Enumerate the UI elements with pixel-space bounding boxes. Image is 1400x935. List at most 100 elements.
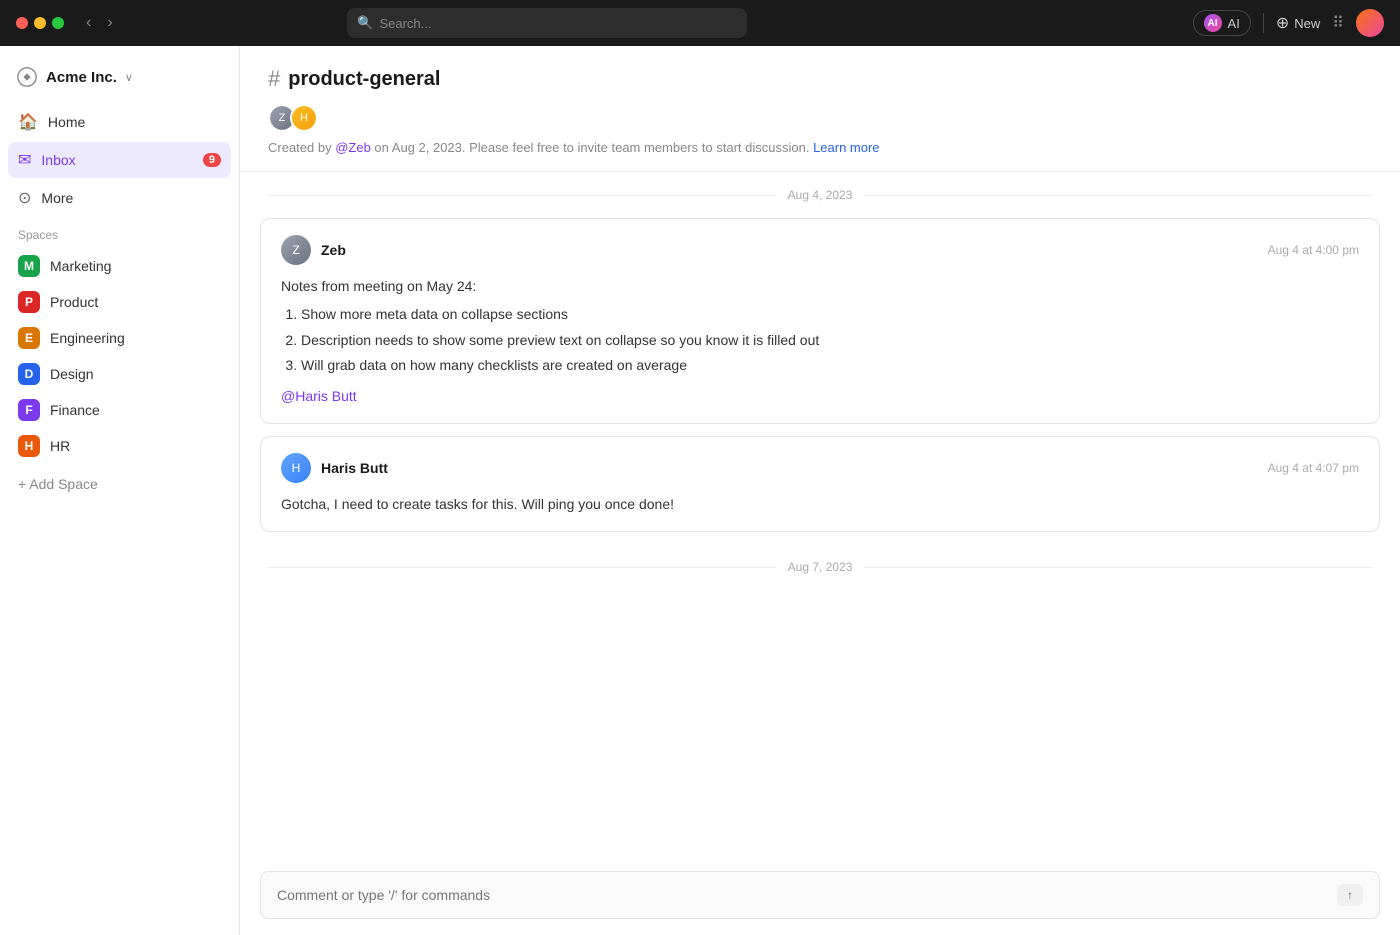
learn-more-link[interactable]: Learn more <box>813 140 879 155</box>
product-label: Product <box>50 294 98 310</box>
channel-description: Created by @Zeb on Aug 2, 2023. Please f… <box>268 140 1372 155</box>
search-placeholder: Search... <box>379 16 431 31</box>
date-label-aug4: Aug 4, 2023 <box>788 188 853 202</box>
sidebar-item-inbox-label: Inbox <box>41 152 75 168</box>
list-item: Will grab data on how many checklists ar… <box>301 354 1359 376</box>
marketing-label: Marketing <box>50 258 111 274</box>
plus-icon: ⊕ <box>1276 13 1289 33</box>
divider <box>1263 13 1264 33</box>
hash-icon: # <box>268 66 280 92</box>
new-button[interactable]: ⊕ New <box>1276 13 1320 33</box>
topbar-right: AI AI ⊕ New ⠿ <box>1193 9 1384 37</box>
divider-line <box>864 195 1372 196</box>
sidebar-item-engineering[interactable]: E Engineering <box>8 320 231 356</box>
minimize-traffic-light[interactable] <box>34 17 46 29</box>
haris-message-body: Gotcha, I need to create tasks for this.… <box>281 493 1359 515</box>
comment-actions: ↑ <box>1337 884 1363 906</box>
messages-area[interactable]: Aug 4, 2023 Z Zeb Aug 4 at 4:00 pm Notes… <box>240 172 1400 855</box>
sidebar-item-home-label: Home <box>48 114 85 130</box>
divider-line <box>268 195 776 196</box>
search-bar[interactable]: 🔍 Search... <box>347 8 747 38</box>
sidebar-item-marketing[interactable]: M Marketing <box>8 248 231 284</box>
content-area: # product-general Z H Created by @Zeb on… <box>240 46 1400 935</box>
sidebar-item-finance[interactable]: F Finance <box>8 392 231 428</box>
chevron-down-icon: ∨ <box>125 71 133 84</box>
desc-mention[interactable]: @Zeb <box>335 140 371 155</box>
message-zeb: Z Zeb Aug 4 at 4:00 pm Notes from meetin… <box>260 218 1380 424</box>
ai-button[interactable]: AI AI <box>1193 10 1251 36</box>
channel-header: # product-general Z H Created by @Zeb on… <box>240 46 1400 172</box>
sidebar-item-more[interactable]: ⊙ More <box>8 180 231 216</box>
channel-avatars: Z H <box>268 104 1372 132</box>
sidebar-item-hr[interactable]: H HR <box>8 428 231 464</box>
comment-area: ↑ <box>240 855 1400 935</box>
date-divider-aug4: Aug 4, 2023 <box>240 172 1400 218</box>
channel-title-row: # product-general <box>268 66 1372 92</box>
zeb-message-body: Notes from meeting on May 24: Show more … <box>281 275 1359 407</box>
member-avatar-haris: H <box>290 104 318 132</box>
new-label: New <box>1294 16 1320 31</box>
traffic-lights <box>16 17 64 29</box>
marketing-badge: M <box>18 255 40 277</box>
add-space-button[interactable]: + Add Space <box>0 468 239 500</box>
desc-prefix: Created by <box>268 140 335 155</box>
user-avatar[interactable] <box>1356 9 1384 37</box>
finance-badge: F <box>18 399 40 421</box>
zeb-avatar: Z <box>281 235 311 265</box>
topbar: ‹ › 🔍 Search... AI AI ⊕ New ⠿ <box>0 0 1400 46</box>
back-button[interactable]: ‹ <box>80 12 97 34</box>
zeb-body-list: Show more meta data on collapse sections… <box>281 303 1359 376</box>
sidebar-nav: 🏠 Home ✉ Inbox 9 ⊙ More <box>0 104 239 216</box>
date-divider-aug7: Aug 7, 2023 <box>240 544 1400 590</box>
zeb-message-time: Aug 4 at 4:00 pm <box>1268 243 1359 257</box>
zeb-body-intro: Notes from meeting on May 24: <box>281 275 1359 297</box>
spaces-header: Spaces <box>0 216 239 248</box>
divider-line <box>864 567 1372 568</box>
fullscreen-traffic-light[interactable] <box>52 17 64 29</box>
home-icon: 🏠 <box>18 112 38 132</box>
design-badge: D <box>18 363 40 385</box>
close-traffic-light[interactable] <box>16 17 28 29</box>
forward-button[interactable]: › <box>101 12 118 34</box>
main-layout: Acme Inc. ∨ 🏠 Home ✉ Inbox 9 ⊙ More Spac… <box>0 46 1400 935</box>
sidebar-item-design[interactable]: D Design <box>8 356 231 392</box>
list-item: Show more meta data on collapse sections <box>301 303 1359 325</box>
message-haris: H Haris Butt Aug 4 at 4:07 pm Gotcha, I … <box>260 436 1380 532</box>
date-label-aug7: Aug 7, 2023 <box>788 560 853 574</box>
hr-label: HR <box>50 438 70 454</box>
inbox-badge: 9 <box>203 153 221 167</box>
ai-icon: AI <box>1204 14 1222 32</box>
sidebar-item-product[interactable]: P Product <box>8 284 231 320</box>
zeb-mention[interactable]: @Haris Butt <box>281 385 1359 407</box>
finance-label: Finance <box>50 402 100 418</box>
sidebar-item-inbox[interactable]: ✉ Inbox 9 <box>8 142 231 178</box>
channel-name: product-general <box>288 68 440 91</box>
engineering-label: Engineering <box>50 330 125 346</box>
list-item: Description needs to show some preview t… <box>301 329 1359 351</box>
more-icon: ⊙ <box>18 188 31 208</box>
brand-name: Acme Inc. <box>46 69 117 86</box>
grid-icon[interactable]: ⠿ <box>1332 13 1344 33</box>
desc-middle: on Aug 2, 2023. Please feel free to invi… <box>371 140 813 155</box>
hr-badge: H <box>18 435 40 457</box>
message-author-haris: H Haris Butt <box>281 453 388 483</box>
comment-submit-button[interactable]: ↑ <box>1337 884 1363 906</box>
search-icon: 🔍 <box>357 15 373 31</box>
zeb-author-name: Zeb <box>321 242 346 258</box>
add-space-label: + Add Space <box>18 476 98 492</box>
engineering-badge: E <box>18 327 40 349</box>
ai-label: AI <box>1228 16 1240 31</box>
message-author-zeb: Z Zeb <box>281 235 346 265</box>
sidebar: Acme Inc. ∨ 🏠 Home ✉ Inbox 9 ⊙ More Spac… <box>0 46 240 935</box>
haris-body-text: Gotcha, I need to create tasks for this.… <box>281 493 1359 515</box>
message-header-haris: H Haris Butt Aug 4 at 4:07 pm <box>281 453 1359 483</box>
comment-input[interactable] <box>277 887 1337 903</box>
inbox-icon: ✉ <box>18 150 31 170</box>
sidebar-item-home[interactable]: 🏠 Home <box>8 104 231 140</box>
design-label: Design <box>50 366 94 382</box>
brand-area[interactable]: Acme Inc. ∨ <box>0 58 239 104</box>
haris-avatar: H <box>281 453 311 483</box>
product-badge: P <box>18 291 40 313</box>
brand-icon <box>16 66 38 88</box>
nav-buttons: ‹ › <box>80 12 119 34</box>
